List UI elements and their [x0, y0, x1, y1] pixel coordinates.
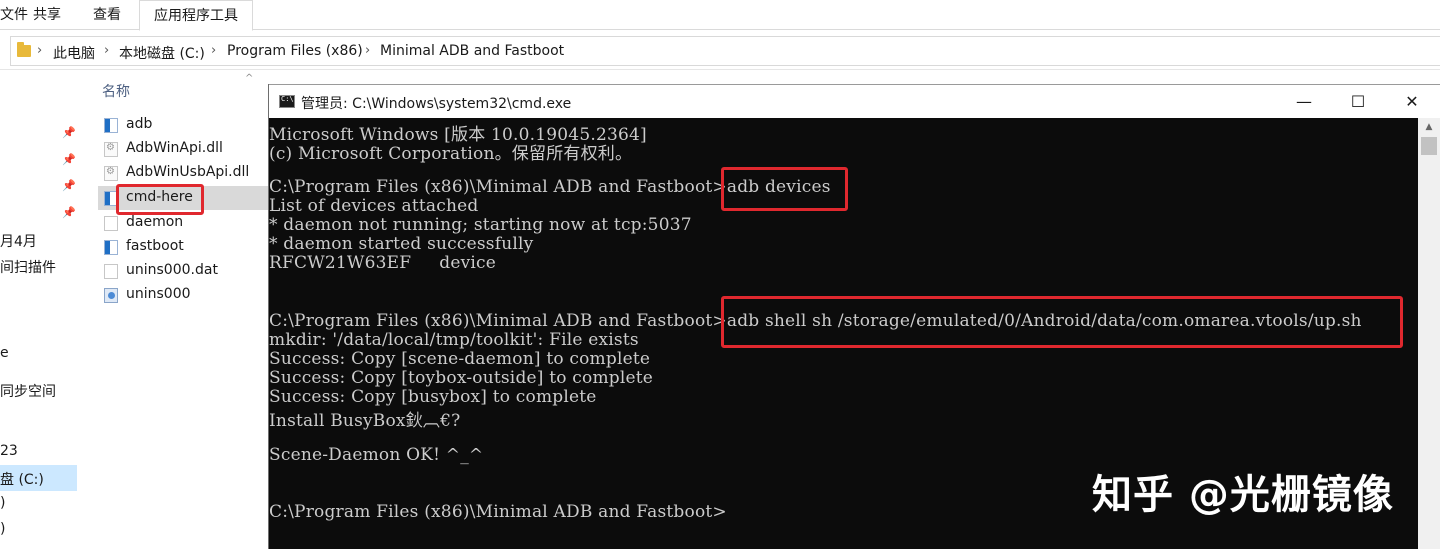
window-title: 管理员: C:\Windows\system32\cmd.exe — [301, 96, 572, 112]
list-item[interactable]: fastboot — [98, 235, 270, 259]
explorer-ribbon: 文件 共享 查看 应用程序工具 — [0, 0, 1440, 31]
list-item[interactable]: unins000 — [98, 283, 270, 307]
pin-icon: 📌 — [62, 179, 76, 192]
sort-arrow-icon: ^ — [245, 73, 254, 84]
console-line: Scene-Daemon OK! ^_^ — [269, 445, 484, 465]
cmd-titlebar[interactable]: 管理员: C:\Windows\system32\cmd.exe — ☐ ✕ — [269, 84, 1440, 118]
cmd-app-icon — [279, 95, 295, 108]
console-line: (c) Microsoft Corporation。保留所有权利。 — [269, 144, 633, 164]
console-line: * daemon started successfully — [269, 234, 534, 254]
maximize-button[interactable]: ☐ — [1331, 85, 1385, 119]
exe-icon — [104, 118, 118, 133]
console-line: Install BusyBox鈥︹€? — [269, 411, 461, 431]
nav-item[interactable]: 月4月 — [0, 231, 37, 251]
file-name: AdbWinUsbApi.dll — [126, 164, 250, 180]
file-name: unins000.dat — [126, 262, 218, 278]
list-item[interactable]: unins000.dat — [98, 259, 270, 283]
pin-icon: 📌 — [62, 153, 76, 166]
dll-icon — [104, 166, 118, 181]
nav-item[interactable]: 23 — [0, 443, 18, 459]
chevron-right-icon[interactable]: › — [37, 43, 42, 58]
breadcrumb-this-pc[interactable]: 此电脑 — [53, 43, 95, 63]
folder-icon — [17, 42, 31, 57]
dll-icon — [104, 142, 118, 157]
highlight-box — [116, 184, 204, 215]
close-button[interactable]: ✕ — [1385, 85, 1439, 119]
file-icon — [104, 216, 118, 231]
pin-icon: 📌 — [62, 206, 76, 219]
navigation-pane: 📌 📌 📌 📌 月4月 间扫描件 e 同步空间 23 盘 (C:) ) ) — [0, 71, 80, 549]
console-line: Success: Copy [busybox] to complete — [269, 387, 597, 407]
file-icon — [104, 264, 118, 279]
chevron-right-icon[interactable]: › — [365, 43, 370, 58]
setup-icon — [104, 288, 118, 303]
file-name: AdbWinApi.dll — [126, 140, 223, 156]
console-prompt: C:\Program Files (x86)\Minimal ADB and F… — [269, 502, 727, 522]
file-name: adb — [126, 116, 153, 132]
file-name: daemon — [126, 214, 184, 230]
list-item[interactable]: AdbWinUsbApi.dll — [98, 161, 270, 185]
file-name: fastboot — [126, 238, 184, 254]
breadcrumb-program-files[interactable]: Program Files (x86) — [227, 43, 363, 59]
vertical-scrollbar[interactable]: ▲ — [1418, 118, 1440, 549]
tab-share[interactable]: 共享 — [19, 0, 75, 30]
watermark: 知乎 @光栅镜像 — [1092, 472, 1394, 518]
nav-item[interactable]: 同步空间 — [0, 381, 56, 401]
chevron-right-icon[interactable]: › — [104, 43, 109, 58]
console-line: * daemon not running; starting now at tc… — [269, 215, 692, 235]
minimize-button[interactable]: — — [1277, 85, 1331, 119]
console-line: List of devices attached — [269, 196, 479, 216]
list-item[interactable]: AdbWinApi.dll — [98, 137, 270, 161]
file-name: unins000 — [126, 286, 191, 302]
console-line: Success: Copy [toybox-outside] to comple… — [269, 368, 654, 388]
nav-item[interactable]: e — [0, 345, 9, 361]
console-line: mkdir: '/data/local/tmp/toolkit': File e… — [269, 330, 639, 350]
scroll-up-icon[interactable]: ▲ — [1418, 118, 1440, 136]
address-bar[interactable]: › 此电脑 › 本地磁盘 (C:) › Program Files (x86) … — [0, 32, 1440, 70]
breadcrumb[interactable]: › 此电脑 › 本地磁盘 (C:) › Program Files (x86) … — [10, 36, 1440, 66]
nav-item-local-disk[interactable]: 盘 (C:) — [0, 469, 44, 489]
list-item[interactable]: adb — [98, 113, 270, 137]
tab-app-tools[interactable]: 应用程序工具 — [139, 0, 253, 31]
tab-view[interactable]: 查看 — [79, 0, 135, 30]
file-list: 名称 ^ adb AdbWinApi.dll AdbWinUsbApi.dll … — [80, 71, 270, 549]
nav-item[interactable]: ) — [0, 495, 5, 511]
highlight-box — [721, 167, 848, 211]
console-line: RFCW21W63EF device — [269, 253, 497, 273]
nav-item[interactable]: 间扫描件 — [0, 257, 56, 277]
chevron-right-icon[interactable]: › — [211, 43, 216, 58]
scrollbar-thumb[interactable] — [1421, 137, 1437, 155]
breadcrumb-minimal-adb[interactable]: Minimal ADB and Fastboot — [380, 43, 564, 59]
nav-item[interactable]: ) — [0, 521, 5, 537]
pin-icon: 📌 — [62, 126, 76, 139]
column-header-name[interactable]: 名称 — [102, 81, 130, 101]
exe-icon — [104, 240, 118, 255]
highlight-box — [721, 296, 1403, 348]
breadcrumb-local-disk[interactable]: 本地磁盘 (C:) — [119, 43, 205, 63]
console-line: Success: Copy [scene-daemon] to complete — [269, 349, 651, 369]
